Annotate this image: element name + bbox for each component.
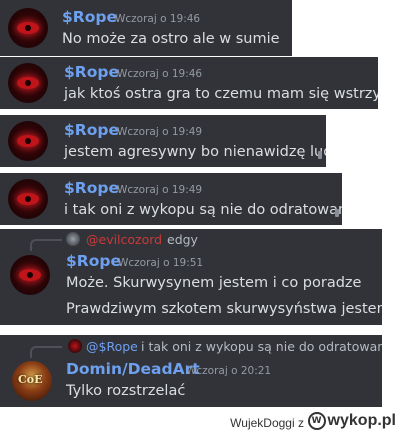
message-text: i tak oni z wykopu są nie do odratowania: [64, 202, 342, 218]
message-text: jak ktoś ostra gra to czemu mam się wstr…: [64, 86, 378, 102]
separator: z: [298, 416, 304, 430]
avatar[interactable]: [8, 179, 48, 219]
cut-off-glyph: [318, 151, 322, 159]
message-card: @evilcozord edgy $Rope Wczoraj o 19:51 M…: [0, 229, 382, 325]
avatar[interactable]: [10, 255, 50, 295]
reply-avatar: [66, 232, 80, 246]
timestamp: Wczoraj o 19:49: [117, 126, 203, 138]
message-text: No może za ostro ale w sumie: [62, 31, 280, 47]
wykop-brand[interactable]: W wykop.pl: [307, 411, 396, 431]
reply-preview[interactable]: i tak oni z wykopu są nie do odratowania: [141, 339, 382, 354]
username[interactable]: $Rope: [64, 63, 119, 81]
avatar[interactable]: CoE: [12, 361, 52, 401]
message-text-continued: Prawdziwym szkotem skurwysyństwa jestem: [66, 301, 382, 317]
username[interactable]: $Rope: [66, 252, 121, 270]
username[interactable]: Domin/DeadArt: [66, 360, 200, 378]
message-card: $Rope Wczoraj o 19:49 jestem agresywny b…: [0, 115, 326, 167]
message-card: @$Rope i tak oni z wykopu są nie do odra…: [0, 335, 382, 407]
avatar[interactable]: [8, 121, 48, 161]
timestamp: Wczoraj o 19:46: [115, 13, 201, 25]
reply-connector: [30, 239, 62, 251]
message-text: Może. Skurwysynem jestem i co poradze: [66, 275, 362, 291]
author-name[interactable]: WujekDoggi: [230, 416, 294, 430]
avatar[interactable]: [8, 8, 48, 48]
reply-username[interactable]: @$Rope: [86, 339, 138, 354]
username[interactable]: $Rope: [62, 8, 117, 26]
reply-avatar: [68, 339, 82, 353]
timestamp: Wczoraj o 19:46: [117, 68, 203, 80]
wykop-logo-icon: W: [307, 412, 326, 430]
message-card: $Rope Wczoraj o 19:49 i tak oni z wykopu…: [0, 173, 342, 225]
message-text: Tylko rozstrzelać: [66, 383, 186, 399]
message-card: $Rope Wczoraj o 19:46 No może za ostro a…: [0, 0, 292, 56]
timestamp: Wczoraj o 19:49: [117, 184, 203, 196]
username[interactable]: $Rope: [64, 179, 119, 197]
timestamp: Wczoraj o 19:51: [118, 257, 204, 269]
avatar[interactable]: [8, 63, 48, 103]
author-credit: WujekDoggi z: [230, 416, 304, 430]
message-card: $Rope Wczoraj o 19:46 jak ktoś ostra gra…: [0, 57, 378, 109]
timestamp: Wczoraj o 20:21: [186, 365, 272, 377]
reply-connector: [30, 346, 62, 358]
message-text: jestem agresywny bo nienawidzę ludzi: [64, 144, 326, 160]
cut-off-glyph: [335, 209, 339, 217]
reply-preview[interactable]: edgy: [167, 232, 198, 247]
reply-username[interactable]: @evilcozord: [86, 232, 162, 247]
brand-name: wykop.pl: [327, 412, 396, 429]
username[interactable]: $Rope: [64, 121, 119, 139]
